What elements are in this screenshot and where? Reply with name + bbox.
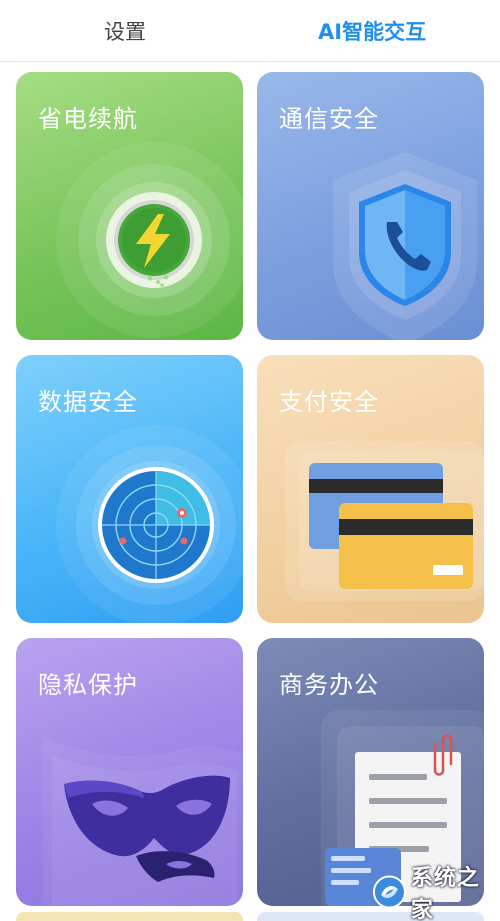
watermark-logo-icon	[372, 875, 406, 909]
card-communication-security[interactable]: 通信安全	[257, 72, 484, 340]
card-title: 数据安全	[38, 388, 138, 416]
card-title: 通信安全	[279, 105, 379, 133]
card-title: 省电续航	[38, 105, 138, 133]
next-card-left-peek	[16, 912, 243, 921]
card-title: 商务办公	[279, 671, 379, 699]
card-power-saving[interactable]: 省电续航	[16, 72, 243, 340]
card-privacy-protection[interactable]: 隐私保护	[16, 638, 243, 906]
watermark-text: 系统之家	[410, 866, 480, 921]
card-title: 隐私保护	[38, 671, 138, 699]
card-payment-security[interactable]: 支付安全	[257, 355, 484, 623]
card-data-security[interactable]: 数据安全	[16, 355, 243, 623]
tab-bar: 设置 AI智能交互	[0, 0, 500, 62]
card-title: 支付安全	[279, 388, 379, 416]
watermark: 系统之家	[372, 866, 500, 921]
tab-ai-interaction[interactable]: AI智能交互	[318, 18, 426, 46]
tab-settings[interactable]: 设置	[104, 18, 146, 46]
